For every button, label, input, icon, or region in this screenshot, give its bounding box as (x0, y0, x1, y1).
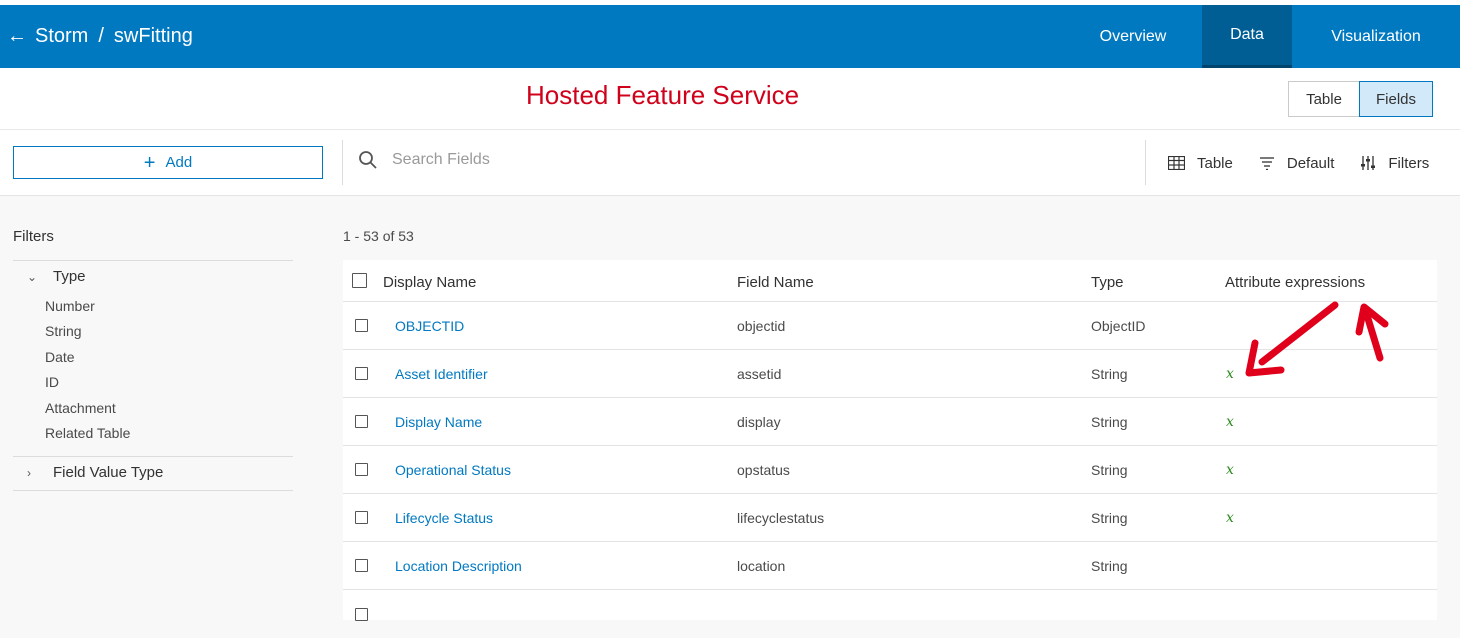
breadcrumb-parent[interactable]: Storm (35, 25, 88, 48)
row-checkbox[interactable] (355, 319, 368, 332)
field-display-name-link[interactable]: Location Description (395, 558, 522, 574)
sort-icon (1259, 157, 1274, 170)
search-input[interactable] (392, 151, 1092, 169)
fields-view-button[interactable]: Fields (1359, 81, 1433, 117)
filter-item-attachment[interactable]: Attachment (45, 400, 116, 416)
chevron-right-icon: › (27, 465, 31, 480)
field-name: lifecyclestatus (737, 510, 825, 526)
filter-item-string[interactable]: String (45, 323, 82, 339)
type-group-label: Type (53, 268, 86, 285)
table-row-partial (343, 590, 1437, 638)
view-toggle: Table Fields (1288, 81, 1433, 117)
arrow-left-icon[interactable]: ← (7, 25, 27, 48)
select-all-checkbox[interactable] (352, 273, 367, 288)
sort-default-button[interactable]: Default (1259, 154, 1335, 172)
field-type: String (1091, 414, 1128, 430)
search-box (358, 150, 1092, 170)
field-display-name-link[interactable]: OBJECTID (395, 318, 464, 334)
field-type: String (1091, 462, 1128, 478)
table-tool-button[interactable]: Table (1168, 155, 1233, 172)
table-row: OBJECTID objectid ObjectID (343, 302, 1437, 350)
row-checkbox[interactable] (355, 367, 368, 380)
row-checkbox[interactable] (355, 463, 368, 476)
breadcrumb-current: swFitting (113, 25, 193, 47)
expression-icon: x (1226, 366, 1234, 382)
filter-item-date[interactable]: Date (45, 349, 75, 365)
table-row: Lifecycle Status lifecyclestatus String … (343, 494, 1437, 542)
sort-default-label: Default (1286, 154, 1335, 172)
result-count: 1 - 53 of 53 (343, 228, 414, 244)
divider (13, 456, 293, 457)
expression-icon: x (1226, 510, 1234, 526)
table-view-button[interactable]: Table (1288, 81, 1359, 117)
field-display-name-link[interactable]: Asset Identifier (395, 366, 488, 382)
row-checkbox[interactable] (355, 511, 368, 524)
table-tool-label: Table (1197, 154, 1233, 172)
breadcrumb: ← Storm / swFitting (7, 5, 193, 68)
type-filter-group[interactable]: ⌄ Type (27, 268, 86, 285)
row-checkbox[interactable] (355, 559, 368, 572)
fields-table: Display Name Field Name Type Attribute e… (343, 260, 1437, 621)
app-header: ← Storm / swFitting Overview Data Visual… (0, 5, 1460, 68)
search-icon (359, 151, 377, 169)
table-header: Display Name Field Name Type Attribute e… (343, 260, 1437, 302)
field-type: ObjectID (1091, 318, 1146, 334)
table-row: Display Name display String x (343, 398, 1437, 446)
add-label: Add (165, 154, 193, 171)
divider (13, 490, 293, 491)
column-header-type[interactable]: Type (1091, 274, 1124, 291)
filter-item-related-table[interactable]: Related Table (45, 425, 130, 441)
annotation-title: Hosted Feature Service (526, 80, 800, 110)
field-name: display (737, 414, 781, 430)
filters-label: Filters (1388, 154, 1430, 172)
expression-icon: x (1226, 414, 1234, 430)
table-row: Operational Status opstatus String x (343, 446, 1437, 494)
field-value-type-group[interactable]: › Field Value Type (27, 464, 163, 481)
filters-title: Filters (13, 228, 54, 245)
filter-item-number[interactable]: Number (45, 298, 95, 314)
breadcrumb-separator: / (98, 25, 104, 47)
filter-item-id[interactable]: ID (45, 374, 59, 390)
table-row: Asset Identifier assetid String x (343, 350, 1437, 398)
plus-icon: + (143, 151, 156, 174)
expression-icon: x (1226, 462, 1234, 478)
nav-tabs: Overview Data Visualization (1088, 5, 1460, 68)
field-display-name-link[interactable]: Operational Status (395, 462, 511, 478)
tab-overview[interactable]: Overview (1088, 5, 1178, 68)
row-checkbox[interactable] (355, 415, 368, 428)
divider (13, 260, 293, 261)
column-header-field-name[interactable]: Field Name (737, 274, 814, 291)
add-field-button[interactable]: + Add (13, 146, 323, 179)
table-icon (1168, 156, 1185, 170)
field-display-name-link[interactable]: Display Name (395, 414, 482, 430)
sliders-icon (1361, 156, 1376, 170)
column-header-attribute-expressions[interactable]: Attribute expressions (1225, 274, 1365, 291)
field-display-name-link[interactable]: Lifecycle Status (395, 510, 493, 526)
divider (1145, 140, 1146, 185)
field-type: String (1091, 366, 1128, 382)
tab-data[interactable]: Data (1202, 5, 1292, 68)
toolbar-tools: Table Default Filters (1168, 130, 1429, 196)
field-value-group-label: Field Value Type (53, 464, 164, 481)
field-name: objectid (737, 318, 786, 334)
field-name: assetid (737, 366, 782, 382)
field-type: String (1091, 558, 1128, 574)
column-header-display-name[interactable]: Display Name (383, 274, 476, 291)
field-name: opstatus (737, 462, 790, 478)
tab-visualization[interactable]: Visualization (1292, 5, 1460, 68)
field-type: String (1091, 510, 1128, 526)
chevron-down-icon: ⌄ (27, 269, 38, 284)
field-name: location (737, 558, 786, 574)
table-row: Location Description location String (343, 542, 1437, 590)
title-bar: Hosted Feature Service Table Fields (0, 68, 1460, 130)
filters-button[interactable]: Filters (1360, 155, 1429, 172)
divider (342, 140, 343, 185)
row-checkbox[interactable] (355, 608, 368, 621)
toolbar: + Add Table Default Filters (0, 130, 1460, 196)
